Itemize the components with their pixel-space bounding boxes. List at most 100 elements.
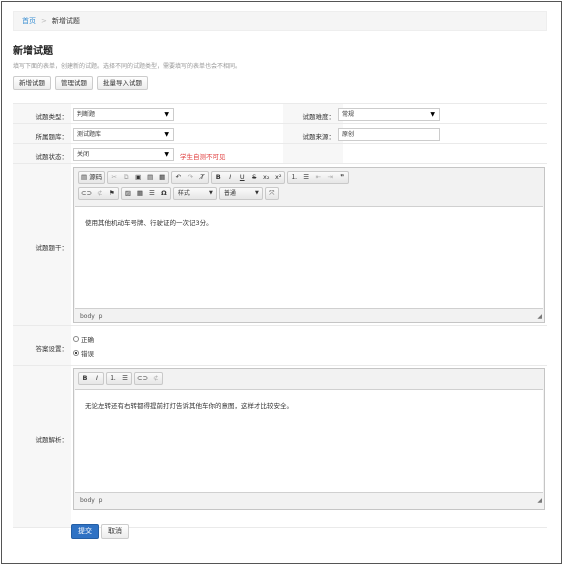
type-select[interactable]: 判断题 ▼ xyxy=(73,108,174,121)
chevron-down-icon: ▼ xyxy=(209,190,213,196)
analysis-label: 试题解析： xyxy=(35,436,69,444)
paste-icon[interactable]: ▣ xyxy=(132,172,144,183)
row-divider xyxy=(13,325,547,326)
blockquote-icon[interactable]: ❞ xyxy=(336,172,348,183)
difficulty-label: 试题难度： xyxy=(302,113,336,121)
chevron-down-icon: ▼ xyxy=(164,151,169,158)
radio-icon xyxy=(73,336,79,342)
status-label: 试题状态： xyxy=(35,153,69,161)
chevron-down-icon: ▼ xyxy=(164,131,169,138)
format-combo[interactable]: 普通 ▼ xyxy=(218,187,263,200)
editor-element-path: body p xyxy=(80,313,102,320)
stem-content-area[interactable]: 使用其他机动车号牌、行驶证的一次记3分。 xyxy=(75,206,543,309)
analysis-text: 无论左转还有右转都得提前打灯告诉其他车你的意图，这样才比较安全。 xyxy=(85,402,293,410)
resize-handle-icon[interactable]: ◢ xyxy=(537,313,542,320)
source-button[interactable]: ▤ 源码 xyxy=(79,172,104,183)
breadcrumb-separator: > xyxy=(41,17,47,25)
underline-icon[interactable]: U xyxy=(236,172,248,183)
italic-icon[interactable]: I xyxy=(224,172,236,183)
tab-manage-questions[interactable]: 管理试题 xyxy=(55,76,93,90)
editor2-toolbar: B I ⒈ ☰ ⊂⊃ ⊄ xyxy=(78,372,163,385)
row-divider xyxy=(13,365,547,366)
indent-icon[interactable]: ⇥ xyxy=(324,172,336,183)
bullet-list-icon[interactable]: ☰ xyxy=(300,172,312,183)
path-p[interactable]: p xyxy=(99,313,103,320)
status-warning: 学生自测不可见 xyxy=(180,153,226,161)
format-combo-label: 普通 xyxy=(223,190,236,197)
unlink-icon[interactable]: ⊄ xyxy=(94,188,106,199)
bank-label: 所属题库： xyxy=(35,133,69,141)
paste-word-icon[interactable]: ▦ xyxy=(156,172,168,183)
cut-icon[interactable]: ✂ xyxy=(108,172,120,183)
source-input[interactable]: 原创 xyxy=(338,128,440,141)
bullet-list-icon[interactable]: ☰ xyxy=(119,373,131,384)
undo-icon[interactable]: ↶ xyxy=(172,172,184,183)
breadcrumb: 首页 > 新增试题 xyxy=(13,11,547,31)
link-icon[interactable]: ⊂⊃ xyxy=(79,188,94,199)
stem-text: 使用其他机动车号牌、行驶证的一次记3分。 xyxy=(85,219,213,227)
stem-label: 试题题干： xyxy=(35,244,69,252)
type-select-value: 判断题 xyxy=(77,111,96,118)
table-icon[interactable]: ▦ xyxy=(134,188,146,199)
image-icon[interactable]: ▨ xyxy=(122,188,134,199)
source-button-label: 源码 xyxy=(89,173,103,181)
row-divider xyxy=(13,163,547,164)
outdent-icon[interactable]: ⇤ xyxy=(312,172,324,183)
redo-icon[interactable]: ↷ xyxy=(184,172,196,183)
chevron-down-icon: ▼ xyxy=(255,190,259,196)
path-p[interactable]: p xyxy=(99,497,103,504)
source-label: 试题来源： xyxy=(302,133,336,141)
special-char-icon[interactable]: Ω xyxy=(158,188,170,199)
row-divider xyxy=(13,123,547,124)
bank-select-value: 测试题库 xyxy=(77,131,102,138)
ordered-list-icon[interactable]: ⒈ xyxy=(107,373,119,384)
answer-option-false-label: 错误 xyxy=(81,350,94,358)
status-select[interactable]: 关闭 ▼ xyxy=(73,148,174,161)
status-select-value: 关闭 xyxy=(77,151,90,158)
answer-option-true[interactable]: 正确 xyxy=(73,334,94,344)
answer-option-true-label: 正确 xyxy=(81,336,94,344)
bold-icon[interactable]: B xyxy=(79,373,91,384)
path-body[interactable]: body xyxy=(80,497,95,504)
chevron-down-icon: ▼ xyxy=(430,111,435,118)
italic-icon[interactable]: I xyxy=(91,373,103,384)
copy-icon[interactable]: ⧉ xyxy=(120,172,132,183)
row-divider xyxy=(13,143,547,144)
strikethrough-icon[interactable]: S xyxy=(248,172,260,183)
tab-add-question[interactable]: 新增试题 xyxy=(13,76,51,90)
radio-checked-icon xyxy=(73,350,79,356)
remove-format-icon[interactable]: T̸ xyxy=(196,172,208,183)
type-label: 试题类型： xyxy=(35,113,69,121)
row-divider xyxy=(13,103,547,104)
paste-text-icon[interactable]: ▤ xyxy=(144,172,156,183)
editor-toolbar-row2: ⊂⊃ ⊄ ⚑ ▨ ▦ ☰ Ω 样式 ▼ 普通 ▼ ⤧ xyxy=(78,187,279,200)
submit-button[interactable]: 提交 xyxy=(71,524,99,539)
editor2-element-path: body p xyxy=(80,497,102,504)
bank-select[interactable]: 测试题库 ▼ xyxy=(73,128,174,141)
tab-bar: 新增试题 管理试题 批量导入试题 xyxy=(13,76,148,90)
ordered-list-icon[interactable]: ⒈ xyxy=(288,172,300,183)
style-combo[interactable]: 样式 ▼ xyxy=(172,187,217,200)
unlink-icon[interactable]: ⊄ xyxy=(150,373,162,384)
subscript-icon[interactable]: x₂ xyxy=(260,172,272,183)
editor-toolbar-row1: ▤ 源码 ✂ ⧉ ▣ ▤ ▦ ↶ ↷ T̸ B I U S x₂ x² ⒈ ☰ … xyxy=(78,171,350,184)
path-body[interactable]: body xyxy=(80,313,95,320)
resize-handle-icon[interactable]: ◢ xyxy=(537,497,542,504)
link-icon[interactable]: ⊂⊃ xyxy=(135,373,150,384)
horizontal-rule-icon[interactable]: ☰ xyxy=(146,188,158,199)
answer-option-false[interactable]: 错误 xyxy=(73,348,94,358)
stem-editor: ▤ 源码 ✂ ⧉ ▣ ▤ ▦ ↶ ↷ T̸ B I U S x₂ x² ⒈ ☰ … xyxy=(73,167,545,323)
breadcrumb-current: 新增试题 xyxy=(51,17,80,25)
difficulty-select[interactable]: 常规 ▼ xyxy=(338,108,440,121)
maximize-icon[interactable]: ⤧ xyxy=(266,188,278,199)
analysis-editor: B I ⒈ ☰ ⊂⊃ ⊄ 无论左转还有右转都得提前打灯告诉其他车你的意图，这样才… xyxy=(73,368,545,510)
chevron-down-icon: ▼ xyxy=(164,111,169,118)
analysis-content-area[interactable]: 无论左转还有右转都得提前打灯告诉其他车你的意图，这样才比较安全。 xyxy=(75,389,543,493)
difficulty-select-value: 常规 xyxy=(342,111,355,118)
bold-icon[interactable]: B xyxy=(212,172,224,183)
superscript-icon[interactable]: x² xyxy=(272,172,284,183)
cancel-button[interactable]: 取消 xyxy=(101,524,129,539)
tab-batch-import[interactable]: 批量导入试题 xyxy=(97,76,148,90)
breadcrumb-home-link[interactable]: 首页 xyxy=(22,17,36,25)
anchor-flag-icon[interactable]: ⚑ xyxy=(106,188,118,199)
